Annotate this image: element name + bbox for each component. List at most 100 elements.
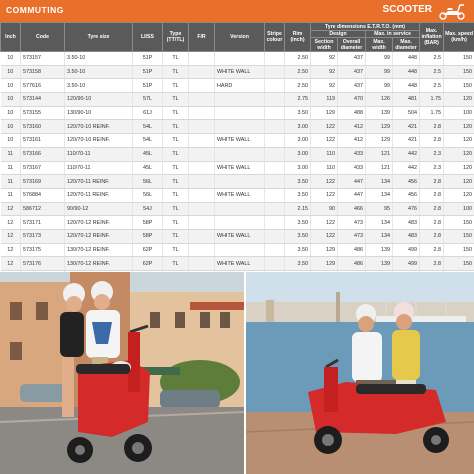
cell-maxw: 99 xyxy=(365,65,393,80)
cell-stripe xyxy=(264,78,285,94)
cell-overall: 433 xyxy=(337,161,366,176)
cell-fr xyxy=(188,243,215,258)
cell-liss: 58P xyxy=(132,229,163,244)
cell-rim: 2.50 xyxy=(284,78,311,94)
cell-inflation: 2.8 xyxy=(419,202,445,217)
cell-code: 573175 xyxy=(20,243,65,258)
cell-fr xyxy=(188,188,215,203)
cell-fr xyxy=(188,161,215,176)
cell-speed: 120 xyxy=(443,188,474,203)
cell-speed: 150 xyxy=(443,65,474,80)
cell-liss: 58P xyxy=(132,215,163,230)
cell-code: 573169 xyxy=(20,174,65,189)
cell-code: 577616 xyxy=(20,78,65,94)
cell-maxw: 129 xyxy=(365,133,393,148)
cell-code: 573173 xyxy=(20,229,65,244)
cell-inflation: 2.5 xyxy=(419,78,445,94)
cell-maxw: 121 xyxy=(365,161,393,176)
cell-maxw: 134 xyxy=(365,174,393,189)
cell-speed: 100 xyxy=(443,202,474,217)
table-row: 10 573161 120/70-10 REINF. 54L TL WHITE WALL 3… xyxy=(0,133,474,148)
cell-maxw: 129 xyxy=(365,119,393,135)
cell-type: TL xyxy=(162,243,189,258)
cell-size: 110/70-11 xyxy=(64,161,133,176)
cell-inch: 12 xyxy=(0,202,21,217)
cell-inch: 12 xyxy=(0,256,21,271)
cell-stripe xyxy=(264,174,285,189)
cell-section: 119 xyxy=(310,92,338,107)
cell-liss: 61J xyxy=(132,106,163,121)
cell-code: 573176 xyxy=(20,256,65,271)
cell-section: 90 xyxy=(310,202,338,217)
cell-size: 110/70-11 xyxy=(64,147,133,162)
cell-rim: 3.50 xyxy=(284,188,311,203)
table-row: 10 573157 3.50-10 51P TL 2.50 92 437 99 448 2.5 150 xyxy=(0,51,474,66)
cell-stripe xyxy=(264,161,285,176)
cell-version xyxy=(214,202,265,217)
cell-liss: 51P xyxy=(132,51,163,66)
cell-code: 573166 xyxy=(20,147,65,162)
cell-speed: 150 xyxy=(443,243,474,258)
cell-overall: 412 xyxy=(337,119,366,135)
cell-liss: 62P xyxy=(132,243,163,258)
cell-version xyxy=(214,147,265,162)
cell-code: 573167 xyxy=(20,161,65,176)
cell-inflation: 2.5 xyxy=(419,51,445,66)
cell-section: 129 xyxy=(310,106,338,121)
cell-fr xyxy=(188,106,215,121)
cell-section: 129 xyxy=(310,243,338,258)
cell-maxd: 481 xyxy=(392,92,421,107)
cell-version: WHITE WALL xyxy=(214,133,265,148)
cell-code: 573155 xyxy=(20,106,65,121)
cell-inflation: 2.8 xyxy=(419,243,445,258)
cell-version xyxy=(214,243,265,258)
cell-inch: 11 xyxy=(0,174,21,189)
cell-maxd: 448 xyxy=(392,78,421,94)
cell-overall: 433 xyxy=(337,147,366,162)
table-row: 11 573169 120/70-11 REINF. 56L TL 3.50 122 447 1… xyxy=(0,174,474,189)
col-header-inflation: Max. inflation (BAR) xyxy=(419,22,445,52)
cell-fr xyxy=(188,92,215,107)
cell-code: 573171 xyxy=(20,215,65,230)
cell-version xyxy=(214,215,265,230)
cell-rim: 3.00 xyxy=(284,147,311,162)
cell-type: TL xyxy=(162,229,189,244)
cell-overall: 447 xyxy=(337,188,366,203)
cell-stripe xyxy=(264,188,285,203)
cell-version: WHITE WALL xyxy=(214,229,265,244)
col-header-code: Code xyxy=(20,22,65,52)
photo-couple-harbour xyxy=(246,272,474,474)
cell-liss: 54L xyxy=(132,119,163,135)
cell-maxd: 483 xyxy=(392,229,421,244)
cell-maxd: 421 xyxy=(392,133,421,148)
cell-stripe xyxy=(264,256,285,271)
cell-inflation: 2.8 xyxy=(419,256,445,271)
col-header-fr: F/R xyxy=(188,22,215,52)
table-row: 10 573160 120/70-10 REINF. 54L TL 3.00 122 412 1… xyxy=(0,119,474,135)
cell-inch: 10 xyxy=(0,78,21,94)
cell-overall: 412 xyxy=(337,133,366,148)
cell-inch: 10 xyxy=(0,65,21,80)
page-title: COMMUTING xyxy=(6,5,64,15)
cell-maxd: 504 xyxy=(392,106,421,121)
cell-size: 120/70-10 REINF. xyxy=(64,119,133,135)
cell-inflation: 2.8 xyxy=(419,119,445,135)
cell-maxw: 126 xyxy=(365,92,393,107)
cell-maxw: 121 xyxy=(365,147,393,162)
cell-type: TL xyxy=(162,174,189,189)
cell-speed: 120 xyxy=(443,92,474,107)
cell-inch: 10 xyxy=(0,119,21,135)
cell-stripe xyxy=(264,202,285,217)
cell-size: 120/90-10 xyxy=(64,92,133,107)
cell-inflation: 1.75 xyxy=(419,92,445,107)
cell-inch: 11 xyxy=(0,147,21,162)
cell-maxw: 134 xyxy=(365,188,393,203)
cell-fr xyxy=(188,119,215,135)
table-row: 11 573167 110/70-11 45L TL WHITE WALL 3.00 110 4… xyxy=(0,161,474,176)
cell-stripe xyxy=(264,65,285,80)
cell-version xyxy=(214,92,265,107)
cell-fr xyxy=(188,147,215,162)
table-row: 12 586712 90/90-12 54J TL 2.15 90 466 95 476 2.8 10… xyxy=(0,202,474,217)
cell-type: TL xyxy=(162,147,189,162)
cell-maxd: 442 xyxy=(392,147,421,162)
